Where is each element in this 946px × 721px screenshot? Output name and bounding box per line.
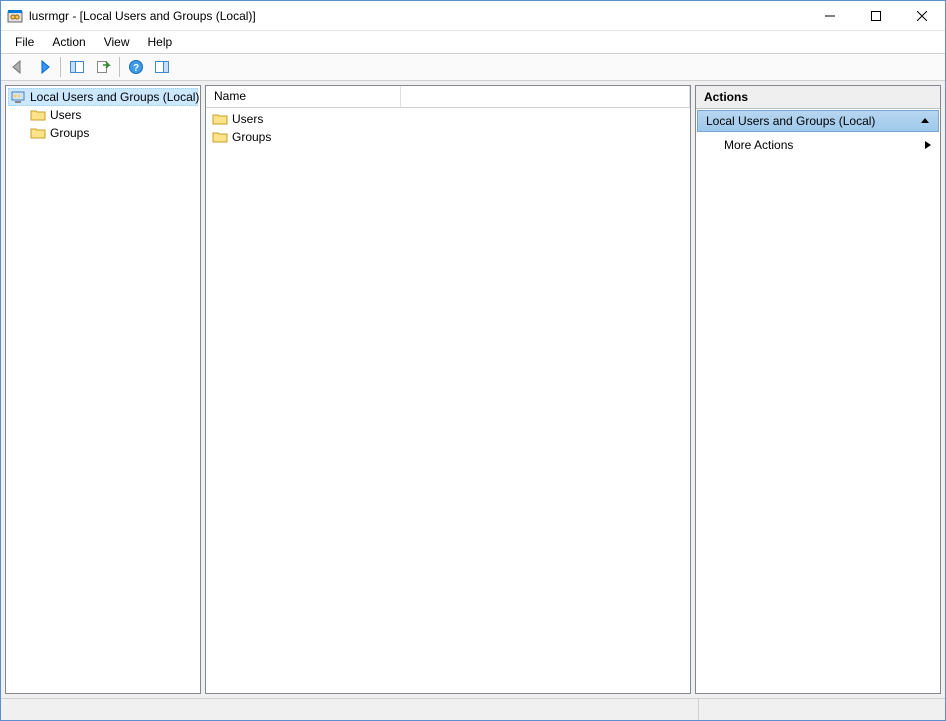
titlebar: lusrmgr - [Local Users and Groups (Local… xyxy=(1,1,945,31)
content-area: Local Users and Groups (Local) Users Gro… xyxy=(1,81,945,698)
actions-pane: Actions Local Users and Groups (Local) M… xyxy=(695,85,941,694)
statusbar-segment xyxy=(1,699,699,720)
tree-node-label: Groups xyxy=(50,126,89,140)
folder-icon xyxy=(212,130,228,144)
folder-icon xyxy=(212,112,228,126)
actions-item-label: More Actions xyxy=(724,138,793,152)
window-controls xyxy=(807,1,945,30)
tree-pane: Local Users and Groups (Local) Users Gro… xyxy=(5,85,201,694)
menu-file[interactable]: File xyxy=(7,33,42,51)
list-pane: Name Users Groups xyxy=(205,85,691,694)
actions-section-header[interactable]: Local Users and Groups (Local) xyxy=(697,110,939,132)
tree-node-users[interactable]: Users xyxy=(28,106,198,124)
toolbar-separator xyxy=(119,57,120,77)
menu-action[interactable]: Action xyxy=(44,33,93,51)
toolbar: ? xyxy=(1,53,945,81)
folder-icon xyxy=(30,108,46,122)
export-list-button[interactable] xyxy=(91,55,115,79)
menubar: File Action View Help xyxy=(1,31,945,53)
actions-more-actions[interactable]: More Actions xyxy=(696,133,940,157)
statusbar-segment xyxy=(699,699,945,720)
computer-icon xyxy=(10,89,26,105)
show-hide-tree-button[interactable] xyxy=(65,55,89,79)
submenu-arrow-icon xyxy=(924,140,932,150)
column-header-blank[interactable] xyxy=(401,86,690,107)
maximize-button[interactable] xyxy=(853,1,899,30)
menu-view[interactable]: View xyxy=(96,33,138,51)
statusbar xyxy=(1,698,945,720)
tree-node-label: Users xyxy=(50,108,81,122)
toolbar-separator xyxy=(60,57,61,77)
window-title: lusrmgr - [Local Users and Groups (Local… xyxy=(29,9,807,23)
list-item-users[interactable]: Users xyxy=(210,110,686,128)
collapse-icon xyxy=(920,116,930,126)
close-button[interactable] xyxy=(899,1,945,30)
list-header: Name xyxy=(206,86,690,108)
actions-section-label: Local Users and Groups (Local) xyxy=(706,114,875,128)
tree-node-groups[interactable]: Groups xyxy=(28,124,198,142)
tree-root-node[interactable]: Local Users and Groups (Local) xyxy=(8,88,198,106)
back-button[interactable] xyxy=(6,55,30,79)
actions-header: Actions xyxy=(696,86,940,109)
folder-icon xyxy=(30,126,46,140)
list-item-label: Groups xyxy=(232,130,271,144)
column-header-name[interactable]: Name xyxy=(206,86,401,107)
forward-button[interactable] xyxy=(32,55,56,79)
menu-help[interactable]: Help xyxy=(140,33,181,51)
show-hide-actions-button[interactable] xyxy=(150,55,174,79)
tree-root-label: Local Users and Groups (Local) xyxy=(30,90,199,104)
minimize-button[interactable] xyxy=(807,1,853,30)
list-body: Users Groups xyxy=(206,108,690,693)
list-item-label: Users xyxy=(232,112,263,126)
svg-text:?: ? xyxy=(133,63,139,74)
help-button[interactable]: ? xyxy=(124,55,148,79)
app-icon xyxy=(7,8,23,24)
list-item-groups[interactable]: Groups xyxy=(210,128,686,146)
